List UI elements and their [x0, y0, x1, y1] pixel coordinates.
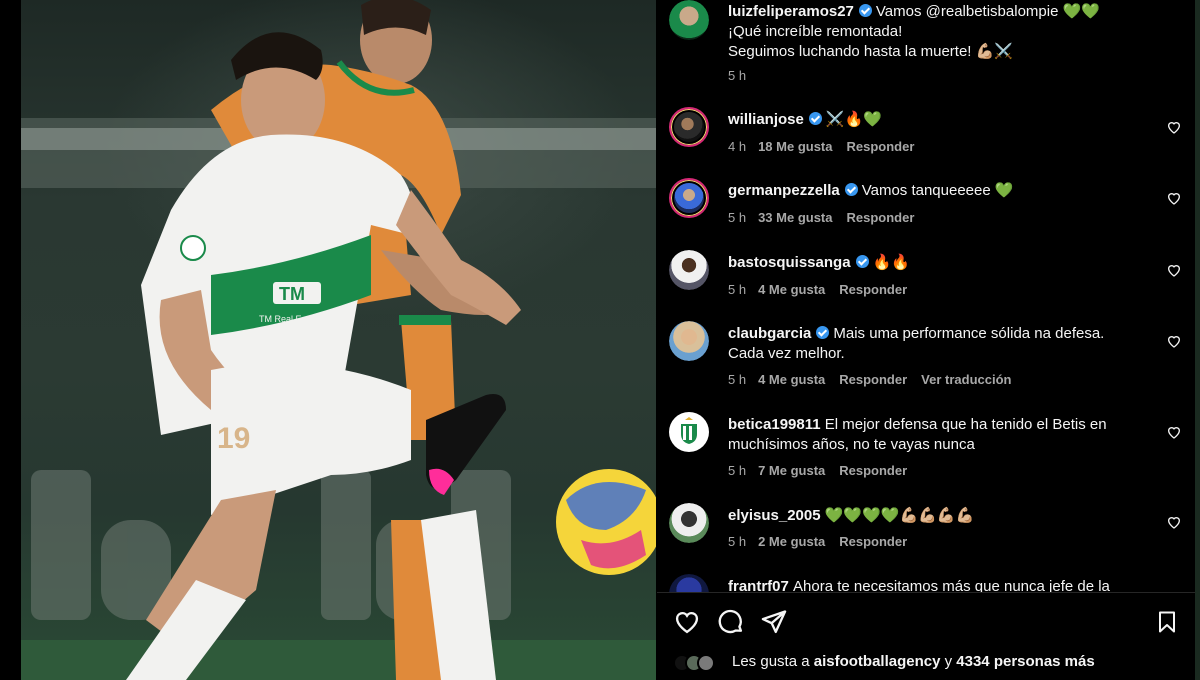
- reply-button[interactable]: Responder: [847, 139, 915, 154]
- comment-time[interactable]: 5 h: [728, 372, 746, 387]
- author-avatar[interactable]: [669, 0, 709, 40]
- comment-time[interactable]: 4 h: [728, 139, 746, 154]
- like-heart-icon[interactable]: [1166, 190, 1182, 206]
- right-edge-strip: [1195, 0, 1200, 680]
- like-heart-icon[interactable]: [1166, 514, 1182, 530]
- comment-username[interactable]: betica199811: [728, 416, 821, 433]
- comment-meta: 5 h 33 Me gusta Responder: [728, 210, 928, 225]
- verified-badge-icon: [808, 112, 822, 125]
- reply-button[interactable]: Responder: [847, 210, 915, 225]
- comment-body-line-2: Cada vez melhor.: [728, 345, 845, 362]
- comment-text: claubgarcia Mais uma performance sólida n…: [728, 324, 1148, 364]
- caption-time[interactable]: 5 h: [728, 68, 746, 83]
- comment-body: Vamos tanqueeeee 💚: [861, 182, 1014, 199]
- comment-meta: 5 h 2 Me gusta Responder: [728, 534, 921, 549]
- comment-time[interactable]: 5 h: [728, 210, 746, 225]
- comment-text: bastosquissanga 🔥🔥: [728, 253, 1148, 273]
- likes-prefix: Les gusta a: [732, 653, 810, 670]
- comment-likes[interactable]: 2 Me gusta: [758, 534, 825, 549]
- translate-button[interactable]: Ver traducción: [921, 372, 1011, 387]
- shirt-sponsor: TM: [279, 284, 305, 304]
- verified-badge-icon: [844, 183, 858, 196]
- comment-username[interactable]: willianjose: [728, 111, 804, 128]
- comment-likes[interactable]: 18 Me gusta: [758, 139, 832, 154]
- likes-conj: y: [944, 653, 953, 670]
- reply-button[interactable]: Responder: [839, 534, 907, 549]
- share-send-icon[interactable]: [760, 608, 788, 636]
- comment-avatar[interactable]: [669, 503, 709, 543]
- comment-likes[interactable]: 4 Me gusta: [758, 282, 825, 297]
- comment-avatar[interactable]: [669, 178, 709, 218]
- likes-user[interactable]: aisfootballagency: [814, 653, 941, 670]
- shirt-sponsor-sub: TM Real Estate Group: [259, 314, 349, 324]
- comment-meta: 5 h 4 Me gusta Responder: [728, 282, 921, 297]
- caption-meta: 5 h: [728, 68, 758, 83]
- comment-text: willianjose ⚔️🔥💚: [728, 110, 1148, 130]
- comments-scroll[interactable]: luizfeliperamos27 Vamos @realbetisbalompi…: [657, 0, 1195, 592]
- comment-avatar[interactable]: [669, 412, 709, 452]
- comment-avatar[interactable]: [669, 107, 709, 147]
- liker-avatar: [697, 654, 715, 672]
- comment-username[interactable]: claubgarcia: [728, 325, 811, 342]
- comment-body: Mais uma performance sólida na defesa.: [833, 325, 1105, 342]
- comment-body-line-2: muchísimos años, no te vayas nunca: [728, 436, 975, 453]
- comment-likes[interactable]: 4 Me gusta: [758, 372, 825, 387]
- comment-time[interactable]: 5 h: [728, 534, 746, 549]
- verified-badge-icon: [816, 326, 830, 339]
- caption-line-3: Seguimos luchando hasta la muerte! 💪🏼⚔️: [728, 43, 1013, 60]
- comment-likes[interactable]: 7 Me gusta: [758, 463, 825, 478]
- verified-badge-icon: [855, 255, 869, 268]
- like-heart-icon[interactable]: [673, 608, 701, 636]
- comment-text: frantrf07 Ahora te necesitamos más que n…: [728, 577, 1148, 592]
- soccer-ball: [556, 469, 656, 575]
- comment-text: betica199811 El mejor defensa que ha ten…: [728, 415, 1148, 455]
- like-heart-icon[interactable]: [1166, 424, 1182, 440]
- comment-body: El mejor defensa que ha tenido el Betis …: [824, 416, 1107, 433]
- reply-button[interactable]: Responder: [839, 463, 907, 478]
- comment-text: germanpezzella Vamos tanqueeeee 💚: [728, 181, 1148, 201]
- comment-username[interactable]: elyisus_2005: [728, 507, 821, 524]
- bookmark-icon[interactable]: [1155, 608, 1179, 636]
- comment-time[interactable]: 5 h: [728, 282, 746, 297]
- comment-bubble-icon[interactable]: [717, 608, 745, 636]
- comment-text: elyisus_2005 💚💚💚💚💪🏼💪🏼💪🏼💪🏼: [728, 506, 1148, 526]
- like-heart-icon[interactable]: [1166, 119, 1182, 135]
- comment-meta: 5 h 7 Me gusta Responder: [728, 463, 921, 478]
- actions-divider: [657, 592, 1195, 593]
- shorts-number: 19: [217, 422, 250, 455]
- comment-body: 🔥🔥: [872, 254, 910, 271]
- likes-count[interactable]: 4334 personas más: [956, 653, 1094, 670]
- caption-line-2: ¡Qué increíble remontada!: [728, 23, 903, 40]
- comment-avatar[interactable]: [669, 250, 709, 290]
- comment-meta: 4 h 18 Me gusta Responder: [728, 139, 928, 154]
- comment-body: ⚔️🔥💚: [825, 111, 882, 128]
- comment-username[interactable]: germanpezzella: [728, 182, 840, 199]
- post-caption: luizfeliperamos27 Vamos @realbetisbalompi…: [728, 2, 1148, 62]
- comment-body: 💚💚💚💚💪🏼💪🏼💪🏼💪🏼: [824, 507, 975, 524]
- comment-username[interactable]: frantrf07: [728, 578, 789, 592]
- comment-time[interactable]: 5 h: [728, 463, 746, 478]
- comment-likes[interactable]: 33 Me gusta: [758, 210, 832, 225]
- comment-avatar[interactable]: [669, 574, 709, 592]
- reply-button[interactable]: Responder: [839, 282, 907, 297]
- reply-button[interactable]: Responder: [839, 372, 907, 387]
- betis-crest-icon: [681, 417, 697, 444]
- comment-body: Ahora te necesitamos más que nunca jefe …: [793, 578, 1110, 592]
- like-heart-icon[interactable]: [1166, 262, 1182, 278]
- caption-line-1: Vamos @realbetisbalompie 💚💚: [875, 3, 1100, 20]
- post-photo[interactable]: TM TM Real Estate Group 19: [21, 0, 656, 680]
- comment-meta: 5 h 4 Me gusta Responder Ver traducción: [728, 372, 1025, 387]
- post-photo-illustration: TM TM Real Estate Group 19: [21, 0, 656, 680]
- author-username[interactable]: luizfeliperamos27: [728, 3, 854, 20]
- comments-panel: luizfeliperamos27 Vamos @realbetisbalompi…: [657, 0, 1195, 680]
- verified-badge-icon: [858, 4, 872, 17]
- like-heart-icon[interactable]: [1166, 333, 1182, 349]
- comment-avatar[interactable]: [669, 321, 709, 361]
- comment-username[interactable]: bastosquissanga: [728, 254, 851, 271]
